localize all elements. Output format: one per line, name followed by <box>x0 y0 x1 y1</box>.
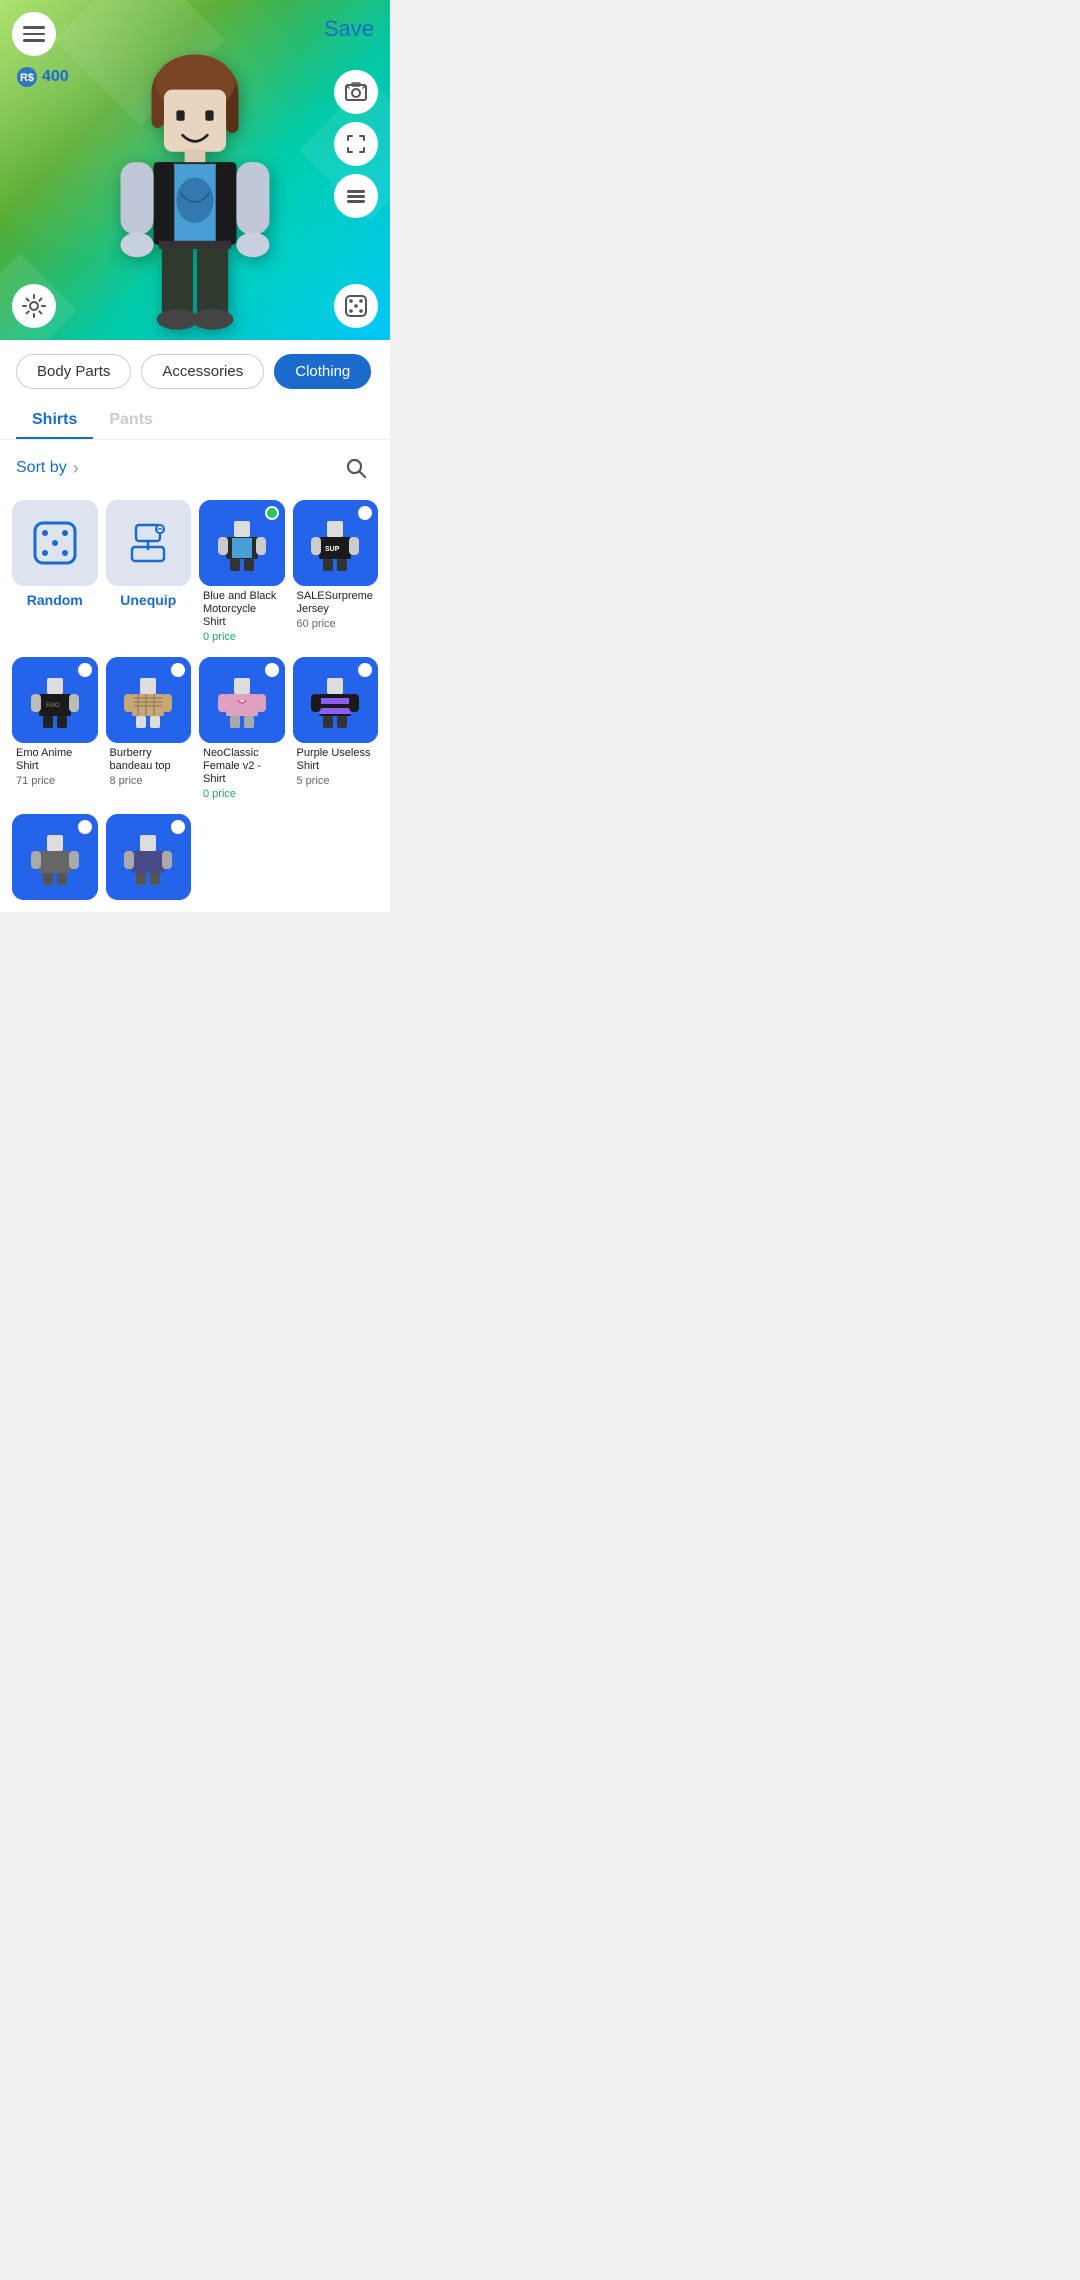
expand-button[interactable] <box>334 122 378 166</box>
item-price: 8 price <box>106 775 192 793</box>
status-dot <box>78 663 92 677</box>
search-button[interactable] <box>338 450 374 486</box>
status-dot <box>358 663 372 677</box>
item-name: Purple Useless Shirt <box>293 743 379 775</box>
avatar-section: Save R$ 400 <box>0 0 390 340</box>
item-price: 0 price <box>199 788 285 806</box>
item-price: 71 price <box>12 775 98 793</box>
item-name: NeoClassic Female v2 - Shirt <box>199 743 285 789</box>
robux-icon: R$ <box>16 66 38 88</box>
status-dot <box>171 663 185 677</box>
tab-accessories[interactable]: Accessories <box>141 354 264 389</box>
shirt-preview <box>118 670 178 730</box>
svg-text:SUP: SUP <box>325 546 340 553</box>
sort-by-button[interactable]: Sort by › <box>16 458 79 479</box>
sort-chevron-icon: › <box>73 458 79 479</box>
shirt-preview <box>118 827 178 887</box>
tab-clothing[interactable]: Clothing <box>274 354 371 389</box>
list-item[interactable]: SUP SALESurpreme Jersey 60 price <box>293 500 379 649</box>
items-grid: Random Unequip <box>0 496 390 912</box>
shirt-preview: EMO <box>25 670 85 730</box>
list-item[interactable] <box>12 814 98 900</box>
random-dice-icon <box>29 517 81 569</box>
dice-button[interactable] <box>334 284 378 328</box>
svg-text:EMO: EMO <box>46 703 60 709</box>
item-name: SALESurpreme Jersey <box>293 586 379 618</box>
settings-icon <box>21 293 47 319</box>
unequip-label: Unequip <box>106 586 192 616</box>
item-name: Emo Anime Shirt <box>12 743 98 775</box>
item-name: Blue and Black Motorcycle Shirt <box>199 586 285 632</box>
bottom-panel: Body Parts Accessories Clothing Shirts P… <box>0 340 390 912</box>
unequip-icon <box>122 517 174 569</box>
tab-shirts[interactable]: Shirts <box>16 403 93 439</box>
item-price: 60 price <box>293 618 379 636</box>
list-button[interactable] <box>334 174 378 218</box>
expand-icon <box>344 132 368 156</box>
tab-pants[interactable]: Pants <box>93 403 169 439</box>
status-dot <box>265 663 279 677</box>
photo-icon <box>344 80 368 104</box>
dice-icon <box>343 293 369 319</box>
shirt-preview <box>212 670 272 730</box>
sort-bar: Sort by › <box>0 440 390 496</box>
menu-icon <box>23 26 45 42</box>
status-dot <box>78 820 92 834</box>
shirt-preview: SUP <box>305 513 365 573</box>
bottom-controls <box>12 284 378 328</box>
list-item[interactable]: Blue and Black Motorcycle Shirt 0 price <box>199 500 285 649</box>
list-item[interactable]: NeoClassic Female v2 - Shirt 0 price <box>199 657 285 806</box>
currency-amount: 400 <box>42 68 69 86</box>
status-dot <box>265 506 279 520</box>
svg-text:R$: R$ <box>20 72 34 84</box>
currency-badge: R$ 400 <box>16 66 69 88</box>
item-price: 0 price <box>199 631 285 649</box>
tab-body-parts[interactable]: Body Parts <box>16 354 131 389</box>
status-dot <box>358 506 372 520</box>
item-name: Burberry bandeau top <box>106 743 192 775</box>
search-icon <box>344 456 368 480</box>
list-item[interactable] <box>106 814 192 900</box>
list-item[interactable]: Unequip <box>106 500 192 649</box>
shirt-preview <box>212 513 272 573</box>
category-tabs: Body Parts Accessories Clothing <box>0 340 390 403</box>
right-controls <box>334 70 378 218</box>
list-item[interactable]: EMO Emo Anime Shirt 71 price <box>12 657 98 806</box>
shirt-preview <box>305 670 365 730</box>
save-button[interactable]: Save <box>324 16 374 42</box>
list-item[interactable]: Purple Useless Shirt 5 price <box>293 657 379 806</box>
list-icon <box>344 184 368 208</box>
sub-tabs: Shirts Pants <box>0 403 390 440</box>
shirt-preview <box>25 827 85 887</box>
settings-button[interactable] <box>12 284 56 328</box>
photo-button[interactable] <box>334 70 378 114</box>
random-label: Random <box>12 586 98 616</box>
list-item[interactable]: Burberry bandeau top 8 price <box>106 657 192 806</box>
item-price: 5 price <box>293 775 379 793</box>
menu-button[interactable] <box>12 12 56 56</box>
sort-by-label: Sort by <box>16 459 67 477</box>
list-item[interactable]: Random <box>12 500 98 649</box>
